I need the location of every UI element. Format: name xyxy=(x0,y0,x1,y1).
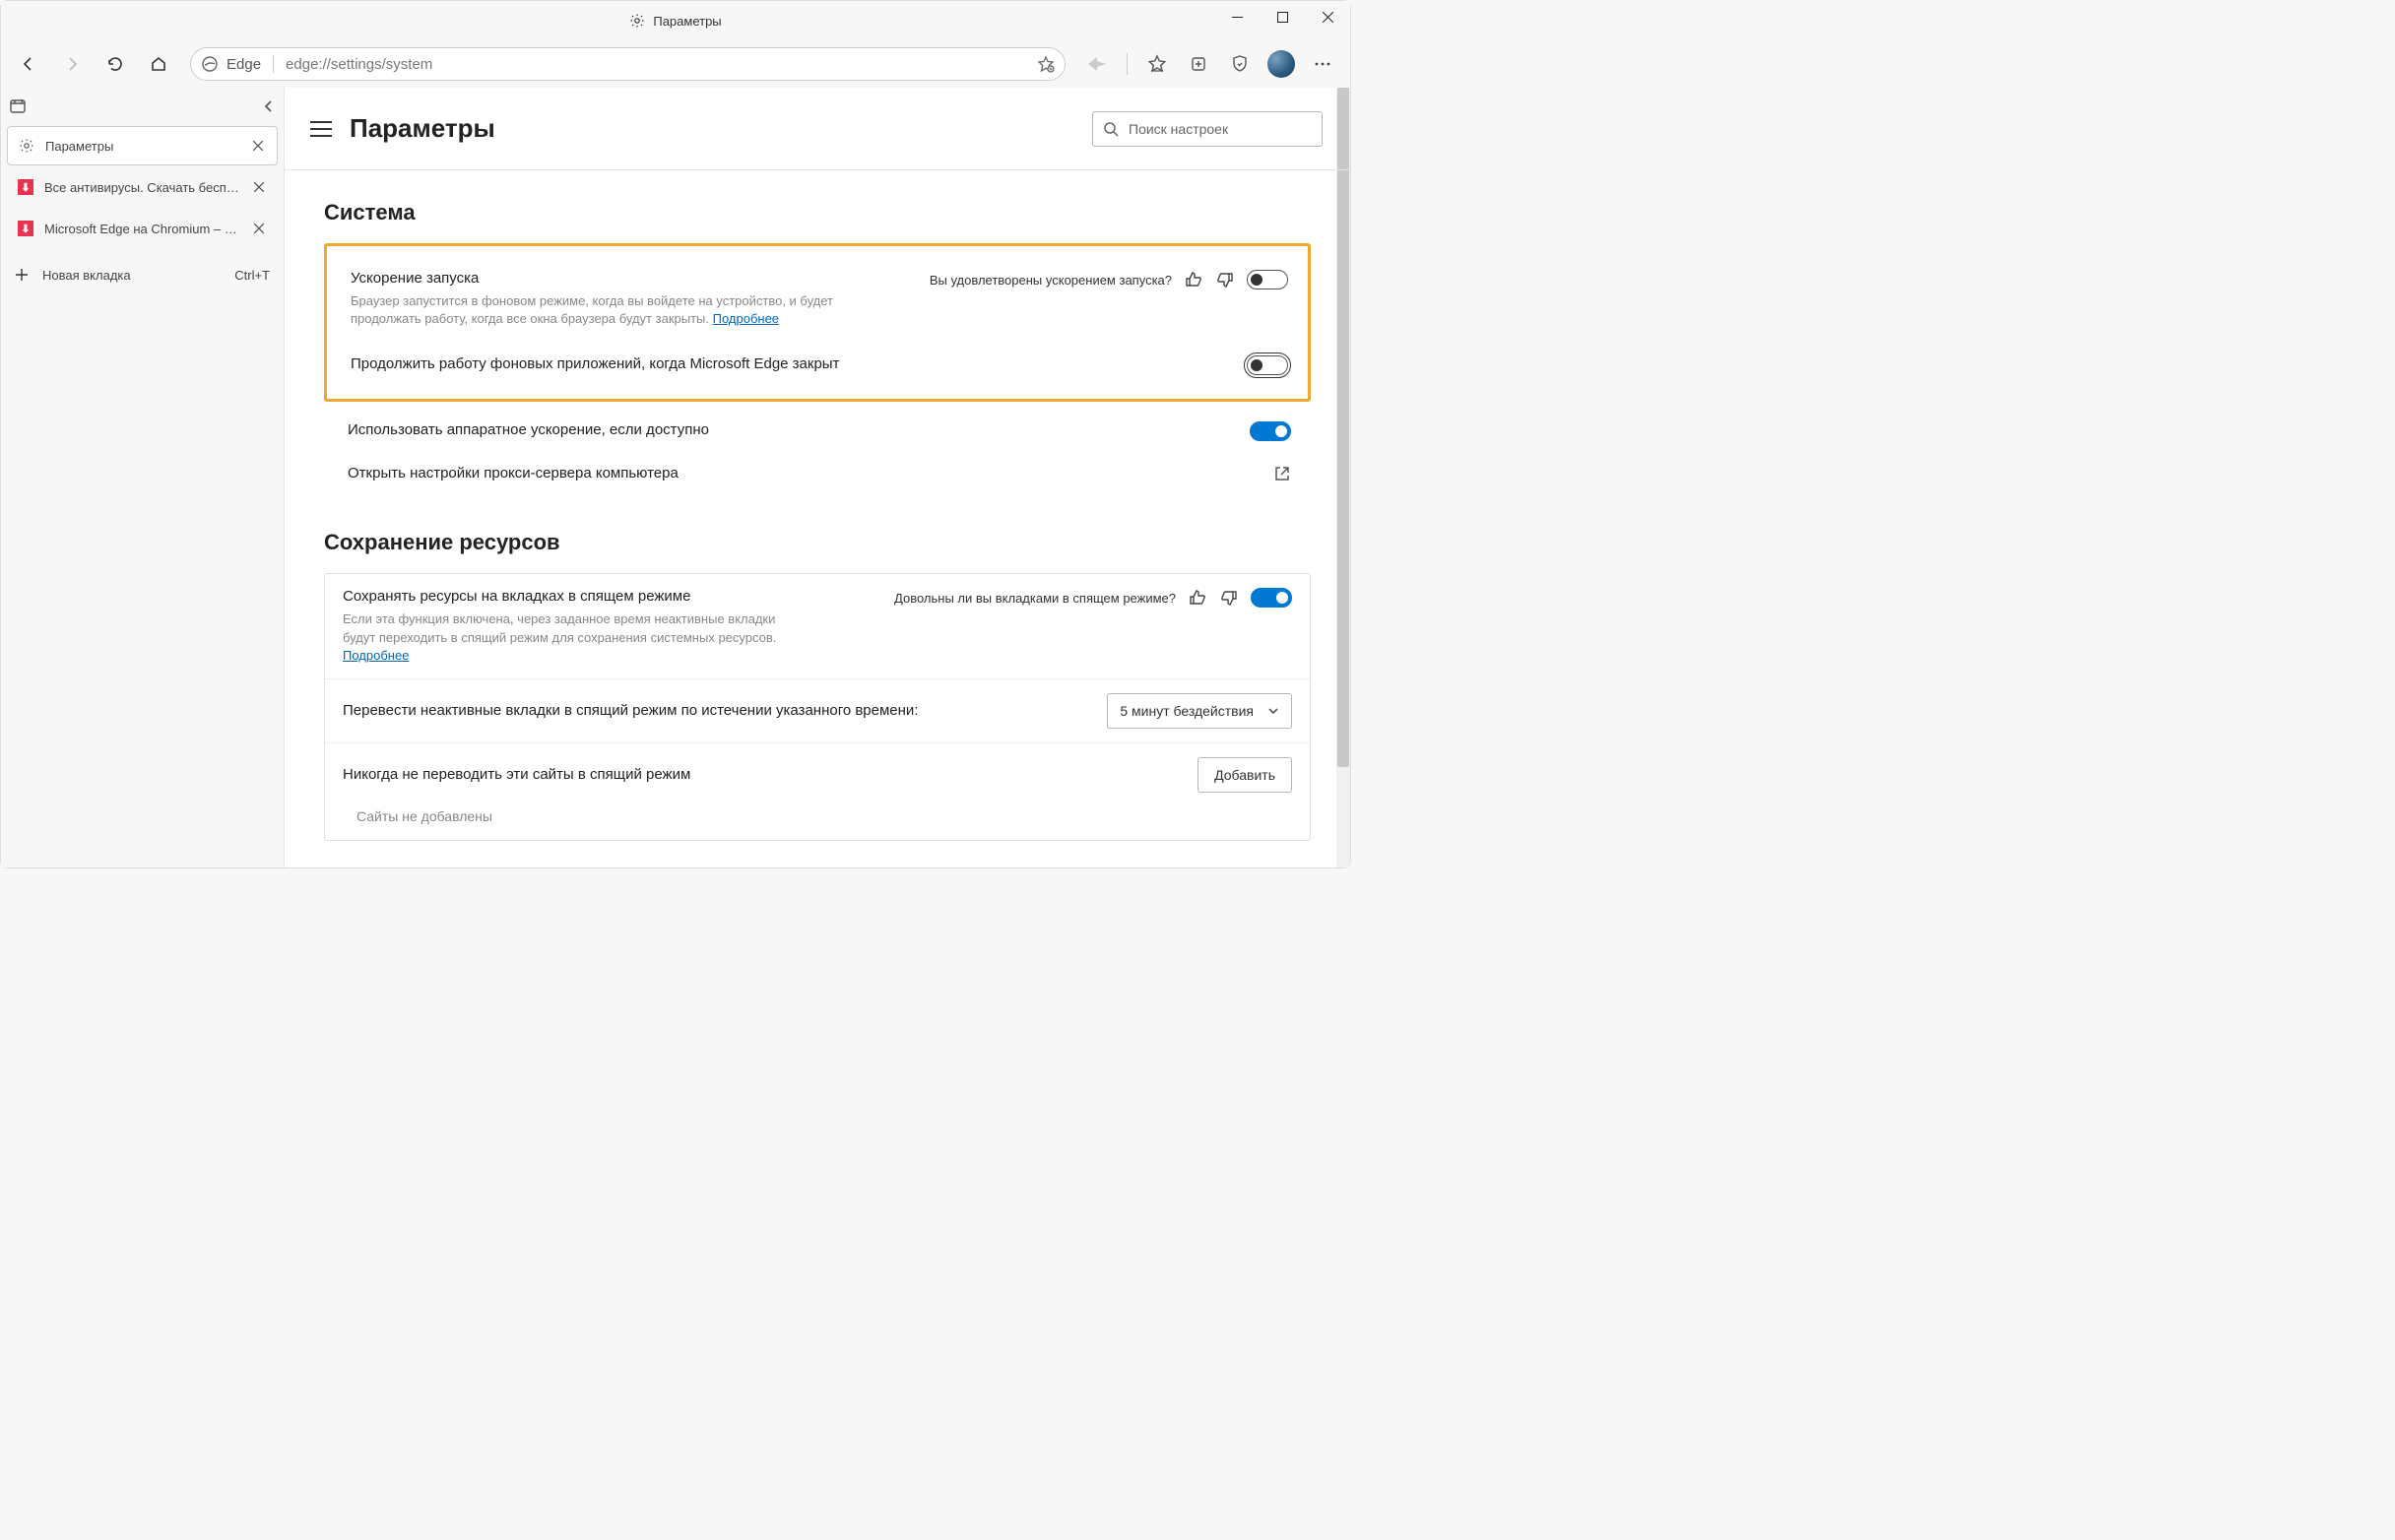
setting-sleeping-tabs: Сохранять ресурсы на вкладках в спящем р… xyxy=(325,574,1310,679)
favorites-star-icon[interactable] xyxy=(1037,55,1055,73)
close-button[interactable] xyxy=(1305,1,1350,32)
new-tab-button[interactable]: Новая вкладка Ctrl+T xyxy=(1,255,284,294)
back-button[interactable] xyxy=(9,44,48,84)
app-label: Edge xyxy=(227,56,261,73)
gear-icon xyxy=(629,13,645,29)
url-text: edge://settings/system xyxy=(286,56,1029,73)
minimize-button[interactable] xyxy=(1214,1,1260,32)
external-link-icon xyxy=(1273,465,1291,482)
tab-edge-chromium[interactable]: ⬇ Microsoft Edge на Chromium – Н... xyxy=(7,209,278,248)
reload-button[interactable] xyxy=(96,44,135,84)
settings-menu-button[interactable] xyxy=(310,121,332,137)
profile-button[interactable] xyxy=(1262,44,1301,84)
thumbs-up-icon[interactable] xyxy=(1184,270,1203,289)
favorites-button[interactable] xyxy=(1137,44,1177,84)
setting-proxy[interactable]: Открыть настройки прокси-сервера компьют… xyxy=(324,453,1311,494)
address-bar[interactable]: Edge edge://settings/system xyxy=(190,47,1066,81)
window-title: Параметры xyxy=(653,14,721,29)
toggle-background-apps[interactable] xyxy=(1247,355,1288,375)
new-tab-label: Новая вкладка xyxy=(42,268,131,283)
tab-antivirus[interactable]: ⬇ Все антивирусы. Скачать беспл... xyxy=(7,167,278,207)
gear-icon xyxy=(18,137,35,155)
chevron-down-icon xyxy=(1267,705,1279,717)
tab-actions-icon[interactable] xyxy=(9,97,27,115)
tab-label: Все антивирусы. Скачать беспл... xyxy=(44,180,240,195)
avatar xyxy=(1267,50,1295,78)
extension-button[interactable] xyxy=(1077,44,1117,84)
tab-settings[interactable]: Параметры xyxy=(7,126,278,165)
vertical-tabs-sidebar: Параметры ⬇ Все антивирусы. Скачать бесп… xyxy=(1,88,285,867)
home-button[interactable] xyxy=(139,44,178,84)
feedback-prompt: Довольны ли вы вкладками в спящем режиме… xyxy=(894,591,1176,606)
thumbs-down-icon[interactable] xyxy=(1219,588,1239,608)
page-title: Параметры xyxy=(350,113,495,144)
scrollbar[interactable] xyxy=(1336,88,1350,867)
no-sites-text: Сайты не добавлены xyxy=(343,804,492,826)
site-favicon: ⬇ xyxy=(17,220,34,237)
setting-background-apps: Продолжить работу фоновых приложений, ко… xyxy=(327,340,1308,387)
settings-search-input[interactable]: Поиск настроек xyxy=(1092,111,1323,147)
toggle-sleeping-tabs[interactable] xyxy=(1251,588,1292,608)
resources-card: Сохранять ресурсы на вкладках в спящем р… xyxy=(324,573,1311,841)
collapse-icon[interactable] xyxy=(262,99,276,113)
add-site-button[interactable]: Добавить xyxy=(1198,757,1292,793)
section-heading-system: Система xyxy=(324,200,1311,225)
toggle-startup-boost[interactable] xyxy=(1247,270,1288,289)
close-tab-icon[interactable] xyxy=(249,137,267,155)
tab-label: Microsoft Edge на Chromium – Н... xyxy=(44,222,240,236)
learn-more-link[interactable]: Подробнее xyxy=(343,648,409,663)
setting-startup-boost: Ускорение запуска Браузер запустится в ф… xyxy=(327,258,1308,340)
security-button[interactable] xyxy=(1220,44,1260,84)
plus-icon xyxy=(15,268,29,282)
thumbs-up-icon[interactable] xyxy=(1188,588,1207,608)
learn-more-link[interactable]: Подробнее xyxy=(713,311,779,326)
site-favicon: ⬇ xyxy=(17,178,34,196)
setting-hw-accel: Использовать аппаратное ускорение, если … xyxy=(324,410,1311,453)
search-icon xyxy=(1103,121,1119,137)
highlighted-settings: Ускорение запуска Браузер запустится в ф… xyxy=(324,243,1311,402)
setting-never-sleep: Никогда не переводить эти сайты в спящий… xyxy=(325,743,1310,840)
toolbar: Edge edge://settings/system xyxy=(1,40,1350,88)
new-tab-shortcut: Ctrl+T xyxy=(234,268,270,283)
setting-sleep-timeout: Перевести неактивные вкладки в спящий ре… xyxy=(325,679,1310,743)
thumbs-down-icon[interactable] xyxy=(1215,270,1235,289)
tab-label: Параметры xyxy=(45,139,239,154)
close-tab-icon[interactable] xyxy=(250,178,268,196)
titlebar: Параметры xyxy=(1,1,1350,40)
toggle-hw-accel[interactable] xyxy=(1250,421,1291,441)
feedback-prompt: Вы удовлетворены ускорением запуска? xyxy=(930,273,1172,288)
forward-button[interactable] xyxy=(52,44,92,84)
edge-icon xyxy=(201,55,219,73)
close-tab-icon[interactable] xyxy=(250,220,268,237)
section-heading-resources: Сохранение ресурсов xyxy=(324,530,1311,555)
menu-button[interactable] xyxy=(1303,44,1342,84)
settings-content: Параметры Поиск настроек Система Ускорен… xyxy=(285,88,1350,867)
collections-button[interactable] xyxy=(1179,44,1218,84)
timeout-select[interactable]: 5 минут бездействия xyxy=(1107,693,1292,729)
maximize-button[interactable] xyxy=(1260,1,1305,32)
